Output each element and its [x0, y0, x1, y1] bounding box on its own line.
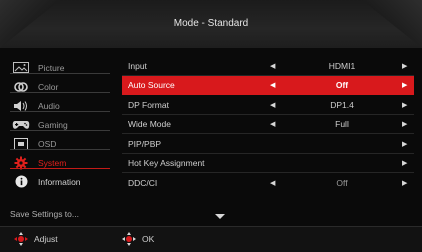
picture-icon [12, 62, 30, 74]
divider [10, 149, 110, 150]
right-arrow-icon[interactable]: ▶ [402, 81, 407, 89]
right-arrow-icon[interactable]: ▶ [402, 179, 407, 187]
speaker-icon [12, 100, 30, 112]
left-arrow-icon[interactable]: ◀ [270, 120, 275, 128]
setting-value: DP1.4 [330, 99, 354, 110]
setting-value: Off [335, 80, 349, 91]
right-arrow-icon[interactable]: ▶ [402, 62, 407, 70]
setting-label: Auto Source [128, 80, 175, 91]
sidebar-item-label: Audio [38, 100, 60, 111]
ok-label: OK [142, 234, 155, 244]
setting-row-dp-format[interactable]: DP Format ◀ DP1.4 ▶ [122, 95, 414, 115]
setting-label: Wide Mode [128, 119, 171, 130]
dpad-ok-icon [122, 232, 136, 246]
row-divider [122, 133, 414, 134]
divider [10, 92, 110, 93]
setting-row-auto-source[interactable]: Auto Source ◀ Off ▶ [122, 75, 414, 95]
divider [10, 73, 110, 74]
sidebar-item-label: Picture [38, 62, 65, 73]
right-arrow-icon[interactable]: ▶ [402, 120, 407, 128]
setting-row-ddc-ci[interactable]: DDC/CI ◀ Off ▶ [122, 173, 414, 193]
right-arrow-icon[interactable]: ▶ [402, 101, 407, 109]
sidebar-item-system[interactable]: System [8, 153, 112, 172]
footer-bar [0, 226, 422, 252]
sidebar-item-information[interactable]: Information [8, 172, 112, 191]
left-arrow-icon[interactable]: ◀ [270, 81, 275, 89]
sidebar-item-color[interactable]: Color [8, 77, 112, 96]
sidebar: Picture Color Audio Gaming OSD System In… [8, 58, 112, 191]
sidebar-item-label: Information [38, 176, 81, 187]
setting-value: Full [335, 119, 349, 130]
setting-row-wide-mode[interactable]: Wide Mode ◀ Full ▶ [122, 115, 414, 135]
scroll-down-icon[interactable] [215, 214, 225, 219]
left-arrow-icon[interactable]: ◀ [270, 101, 275, 109]
dpad-adjust-icon [14, 232, 28, 246]
sidebar-item-label: Color [38, 81, 59, 92]
sidebar-item-label: OSD [38, 138, 57, 149]
sidebar-item-gaming[interactable]: Gaming [8, 115, 112, 134]
sidebar-item-osd[interactable]: OSD [8, 134, 112, 153]
setting-value: Off [336, 177, 348, 188]
setting-label: PIP/PBP [128, 138, 162, 149]
gamepad-icon [12, 119, 30, 131]
setting-row-hot-key-assignment[interactable]: Hot Key Assignment ▶ [122, 154, 414, 174]
row-divider [122, 114, 414, 115]
info-icon [12, 175, 30, 188]
sidebar-item-label: System [38, 157, 67, 168]
sidebar-item-audio[interactable]: Audio [8, 96, 112, 115]
osd-menu: Mode - Standard Picture Color Audio Gami… [0, 0, 422, 252]
osd-icon [12, 137, 30, 150]
setting-row-pip-pbp[interactable]: PIP/PBP ▶ [122, 134, 414, 154]
active-underline [10, 168, 110, 169]
row-divider [122, 75, 414, 76]
sidebar-item-picture[interactable]: Picture [8, 58, 112, 77]
row-divider [122, 153, 414, 154]
adjust-hint: Adjust [14, 232, 58, 246]
color-icon [12, 81, 30, 93]
row-divider [122, 172, 414, 173]
page-title: Mode - Standard [173, 18, 249, 29]
left-arrow-icon[interactable]: ◀ [270, 62, 275, 70]
divider [10, 111, 110, 112]
divider [10, 130, 110, 131]
setting-label: DDC/CI [128, 177, 158, 188]
right-arrow-icon[interactable]: ▶ [402, 159, 407, 167]
left-arrow-icon[interactable]: ◀ [270, 179, 275, 187]
save-settings-button[interactable]: Save Settings to... [10, 209, 79, 219]
setting-label: Input [128, 60, 147, 71]
ok-hint: OK [122, 232, 154, 246]
gear-icon [12, 156, 30, 169]
setting-row-input[interactable]: Input ◀ HDMI1 ▶ [122, 56, 414, 76]
adjust-label: Adjust [34, 234, 58, 244]
setting-value: HDMI1 [328, 60, 356, 71]
setting-label: DP Format [128, 99, 169, 110]
sidebar-item-label: Gaming [38, 119, 68, 130]
setting-label: Hot Key Assignment [128, 158, 205, 169]
right-arrow-icon[interactable]: ▶ [402, 140, 407, 148]
